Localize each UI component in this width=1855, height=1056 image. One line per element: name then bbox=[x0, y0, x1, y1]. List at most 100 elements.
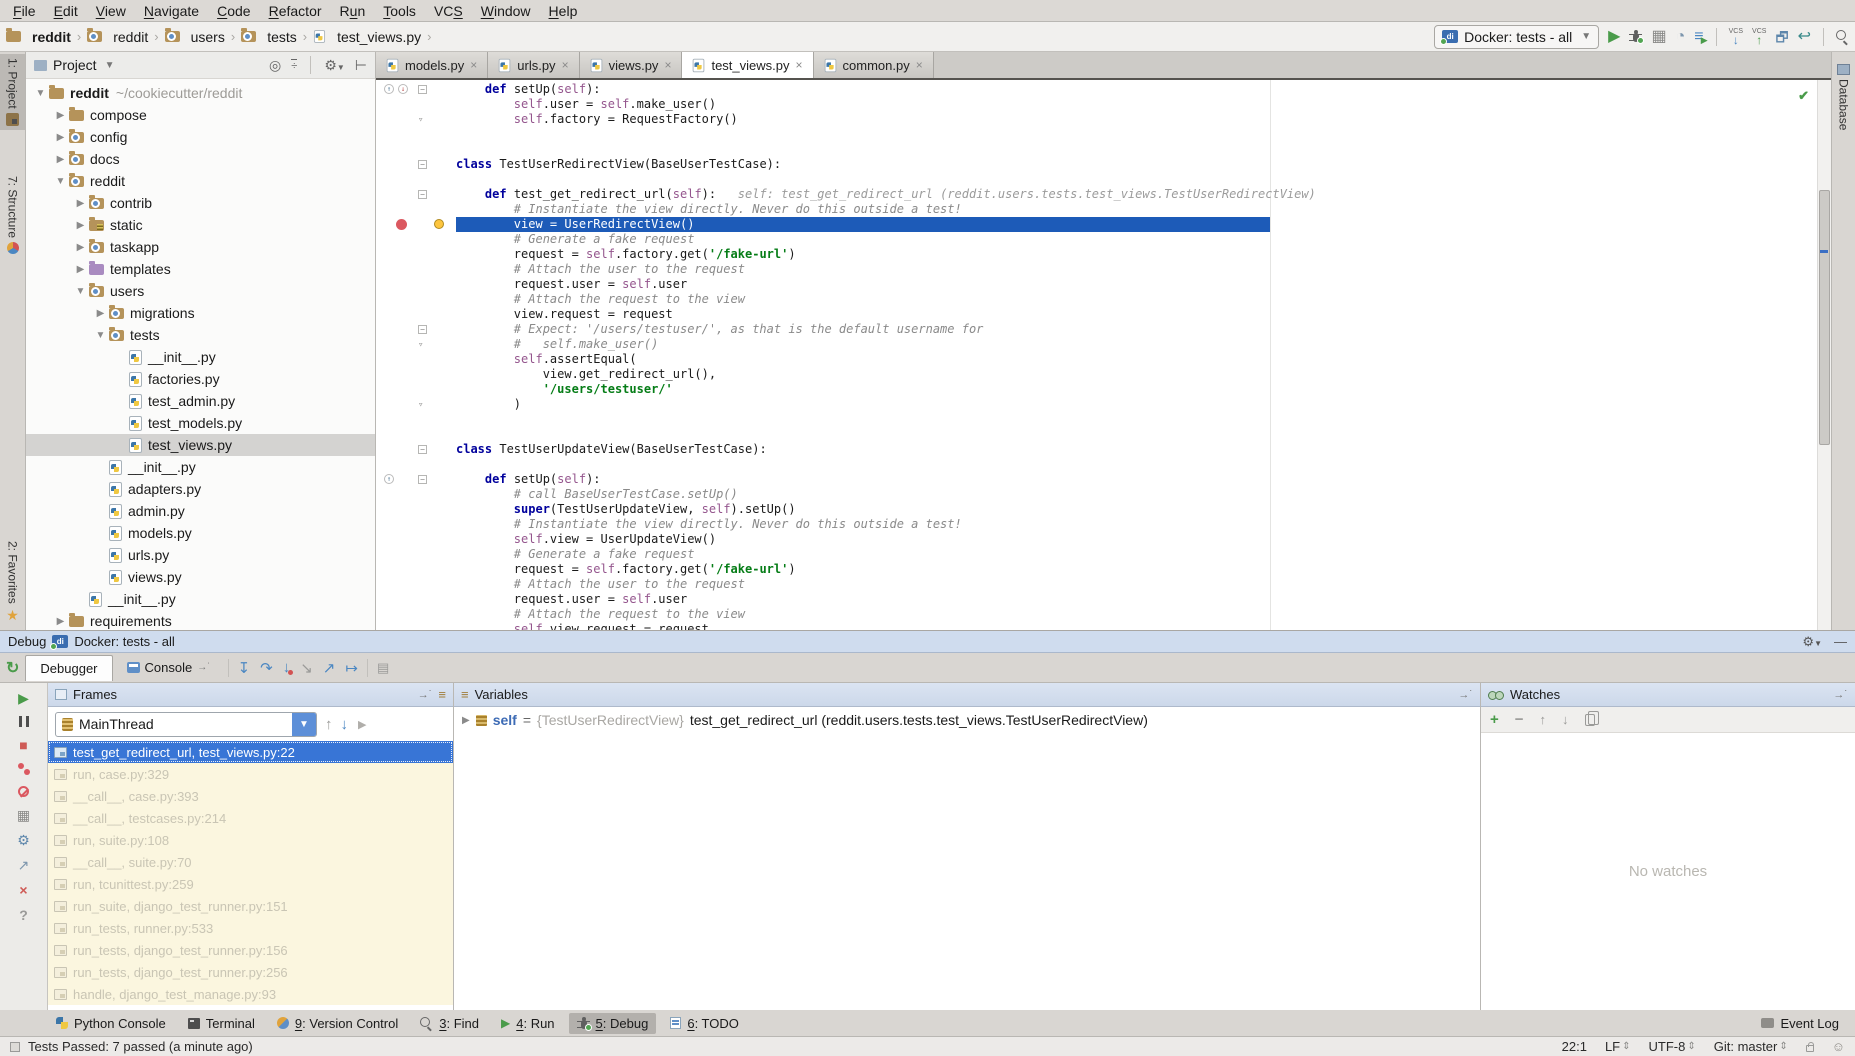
code-gutter[interactable]: − bbox=[376, 187, 456, 202]
code-gutter[interactable]: −↑↓ bbox=[376, 82, 456, 97]
tree-toggle-icon[interactable]: ▶ bbox=[72, 220, 89, 231]
tab-console[interactable]: Console →˙ bbox=[115, 655, 223, 680]
tree-toggle-icon[interactable]: ▼ bbox=[72, 286, 89, 297]
tree-item-taskapp[interactable]: ▶taskapp bbox=[26, 236, 375, 258]
code-line-26[interactable] bbox=[376, 457, 1831, 472]
step-over-icon[interactable]: ↷ bbox=[260, 659, 273, 677]
code-gutter[interactable]: −↑ bbox=[376, 472, 456, 487]
code-line-29[interactable]: super(TestUserUpdateView, self).setUp() bbox=[376, 502, 1831, 517]
status-message-area[interactable]: Tests Passed: 7 passed (a minute ago) bbox=[10, 1039, 253, 1054]
add-watch-icon[interactable]: + bbox=[1490, 711, 1499, 728]
frame-row-11[interactable]: run_tests, django_test_runner.py:256 bbox=[48, 961, 453, 983]
frame-row-12[interactable]: handle, django_test_manage.py:93 bbox=[48, 983, 453, 1005]
next-frame-icon[interactable]: ↓ bbox=[341, 716, 349, 733]
rollback-button[interactable]: ↩ bbox=[1798, 29, 1811, 45]
evaluate-expression-icon[interactable]: ▤ bbox=[377, 660, 389, 676]
tool-button-terminal[interactable]: Terminal bbox=[180, 1013, 263, 1034]
fold-marker-icon[interactable]: − bbox=[418, 325, 427, 334]
code-gutter[interactable]: ▿ bbox=[376, 112, 456, 127]
restore-layout-icon[interactable]: ▦ bbox=[17, 808, 30, 822]
code-gutter[interactable]: − bbox=[376, 157, 456, 172]
previous-frame-icon[interactable]: ↑ bbox=[325, 716, 333, 733]
menu-navigate[interactable]: Navigate bbox=[135, 1, 208, 21]
breadcrumb-item[interactable]: reddit bbox=[87, 29, 148, 45]
show-execution-point-icon[interactable]: ↧ bbox=[238, 659, 251, 677]
tree-item-views-py[interactable]: views.py bbox=[26, 566, 375, 588]
code-line-25[interactable]: −class TestUserUpdateView(BaseUserTestCa… bbox=[376, 442, 1831, 457]
code-line-16[interactable]: view.request = request bbox=[376, 307, 1831, 322]
code-gutter[interactable] bbox=[376, 262, 456, 277]
view-breakpoints-icon[interactable] bbox=[18, 763, 30, 775]
fold-marker-icon[interactable]: − bbox=[418, 445, 427, 454]
code-gutter[interactable] bbox=[376, 592, 456, 607]
code-gutter[interactable]: − bbox=[376, 442, 456, 457]
code-line-8[interactable]: − def test_get_redirect_url(self): self:… bbox=[376, 187, 1831, 202]
event-log-button[interactable]: Event Log bbox=[1753, 1013, 1847, 1034]
pin-icon[interactable]: →˙ bbox=[1833, 689, 1848, 701]
code-line-19[interactable]: self.assertEqual( bbox=[376, 352, 1831, 367]
tool-button-database[interactable]: Database bbox=[1832, 60, 1855, 134]
code-gutter[interactable] bbox=[376, 127, 456, 142]
code-gutter[interactable] bbox=[376, 412, 456, 427]
tree-item-__init__-py[interactable]: __init__.py bbox=[26, 456, 375, 478]
tree-toggle-icon[interactable]: ▼ bbox=[52, 176, 69, 187]
tree-item-__init__-py[interactable]: __init__.py bbox=[26, 588, 375, 610]
tree-item-requirements[interactable]: ▶requirements bbox=[26, 610, 375, 630]
move-down-icon[interactable]: ↓ bbox=[1562, 712, 1569, 727]
status-item-utf-8[interactable]: UTF-8⇕ bbox=[1649, 1039, 1696, 1054]
help-icon[interactable]: ? bbox=[19, 908, 28, 922]
menu-vcs[interactable]: VCS bbox=[425, 1, 472, 21]
fold-marker-icon[interactable]: − bbox=[418, 85, 427, 94]
tab-debugger[interactable]: Debugger bbox=[25, 655, 112, 681]
menu-run[interactable]: Run bbox=[331, 1, 375, 21]
code-line-10[interactable]: view = UserRedirectView() bbox=[376, 217, 1831, 232]
frame-row-10[interactable]: run_tests, django_test_runner.py:156 bbox=[48, 939, 453, 961]
code-line-17[interactable]: − # Expect: '/users/testuser/', as that … bbox=[376, 322, 1831, 337]
pin-icon[interactable]: →˙ bbox=[1458, 689, 1473, 701]
code-line-35[interactable]: request.user = self.user bbox=[376, 592, 1831, 607]
menu-help[interactable]: Help bbox=[540, 1, 587, 21]
close-icon[interactable]: × bbox=[19, 883, 27, 897]
run-configuration-select[interactable]: di Docker: tests - all ▼ bbox=[1434, 25, 1599, 49]
code-gutter[interactable]: − bbox=[376, 322, 456, 337]
code-line-31[interactable]: self.view = UserUpdateView() bbox=[376, 532, 1831, 547]
code-gutter[interactable] bbox=[376, 367, 456, 382]
hector-inspector-icon[interactable]: ☺ bbox=[1832, 1039, 1845, 1054]
tree-item-users[interactable]: ▼users bbox=[26, 280, 375, 302]
tree-item-urls-py[interactable]: urls.py bbox=[26, 544, 375, 566]
editor-tab-models-py[interactable]: models.py× bbox=[376, 52, 488, 78]
stop-icon[interactable]: ■ bbox=[19, 738, 27, 752]
tool-button-4-run[interactable]: ▶4: Run bbox=[493, 1013, 563, 1034]
close-icon[interactable]: × bbox=[916, 58, 923, 72]
run-to-cursor-icon[interactable]: ↦ bbox=[345, 659, 358, 677]
code-gutter[interactable] bbox=[376, 247, 456, 262]
pause-icon[interactable] bbox=[19, 716, 29, 727]
tree-item-config[interactable]: ▶config bbox=[26, 126, 375, 148]
pin-icon[interactable]: →˙ bbox=[418, 689, 433, 701]
code-line-6[interactable]: −class TestUserRedirectView(BaseUserTest… bbox=[376, 157, 1831, 172]
tree-item-test_views-py[interactable]: test_views.py bbox=[26, 434, 375, 456]
frame-row-9[interactable]: run_tests, runner.py:533 bbox=[48, 917, 453, 939]
collapse-all-icon[interactable]: ÷ bbox=[291, 59, 297, 72]
code-line-11[interactable]: # Generate a fake request bbox=[376, 232, 1831, 247]
menu-edit[interactable]: Edit bbox=[45, 1, 87, 21]
tree-item-tests[interactable]: ▼tests bbox=[26, 324, 375, 346]
tree-toggle-icon[interactable]: ▶ bbox=[52, 110, 69, 121]
code-gutter[interactable] bbox=[376, 457, 456, 472]
tool-button-structure[interactable]: 7: Structure bbox=[0, 172, 25, 258]
menu-tools[interactable]: Tools bbox=[374, 1, 425, 21]
menu-refactor[interactable]: Refactor bbox=[260, 1, 331, 21]
close-icon[interactable]: × bbox=[470, 58, 477, 72]
code-line-21[interactable]: '/users/testuser/' bbox=[376, 382, 1831, 397]
tree-item-models-py[interactable]: models.py bbox=[26, 522, 375, 544]
scrollbar-thumb[interactable] bbox=[1819, 190, 1830, 445]
remove-watch-icon[interactable]: − bbox=[1515, 711, 1524, 728]
code-line-4[interactable] bbox=[376, 127, 1831, 142]
run-with-settings-button[interactable]: ≡▶ bbox=[1694, 29, 1703, 45]
fold-end-icon[interactable]: ▿ bbox=[418, 113, 423, 128]
override-up-icon[interactable]: ↑ bbox=[384, 474, 394, 484]
frame-row-2[interactable]: run, case.py:329 bbox=[48, 763, 453, 785]
code-gutter[interactable] bbox=[376, 307, 456, 322]
code-line-7[interactable] bbox=[376, 172, 1831, 187]
run-button[interactable]: ▶ bbox=[1608, 29, 1620, 45]
